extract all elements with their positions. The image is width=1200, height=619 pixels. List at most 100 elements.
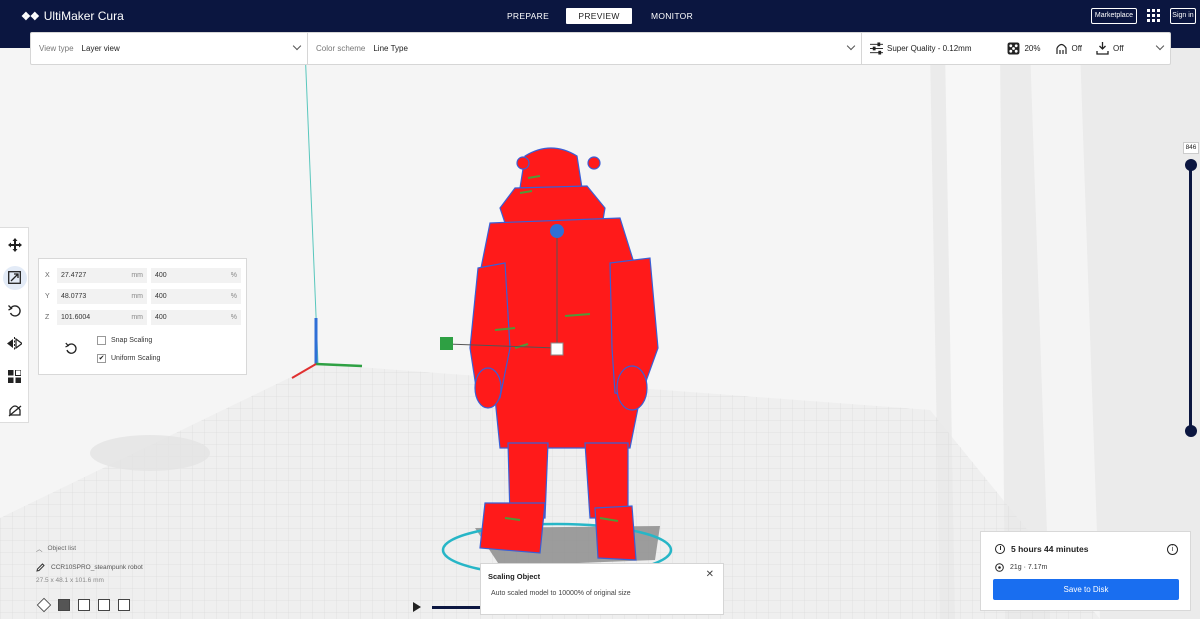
scale-y-percent-value: 400	[155, 293, 167, 300]
save-to-disk-button[interactable]: Save to Disk	[993, 579, 1179, 600]
notification-body: Auto scaled model to 10000% of original …	[491, 590, 631, 597]
slider-track[interactable]	[1189, 164, 1192, 430]
snap-scaling-label: Snap Scaling	[111, 337, 153, 344]
adhesion-icon	[1096, 42, 1109, 55]
snap-scaling-checkbox[interactable]	[97, 336, 106, 345]
adhesion-setting: Off	[1096, 42, 1124, 55]
uniform-scaling-label: Uniform Scaling	[111, 355, 161, 362]
per-model-settings-icon	[8, 370, 21, 383]
scale-z-percent-value: 400	[155, 314, 167, 321]
mirror-icon	[7, 337, 22, 350]
spool-icon	[995, 563, 1004, 572]
layer-slider[interactable]: 846	[1183, 142, 1199, 442]
object-list-item[interactable]: CCR10SPRO_steampunk robot	[36, 563, 196, 572]
scale-y-mm-value: 48.0773	[61, 293, 87, 300]
scale-z-percent-field[interactable]: 400 %	[151, 310, 241, 325]
object-list-toggle[interactable]: ︿ Object list	[36, 543, 196, 554]
reset-scale-icon[interactable]	[65, 342, 78, 355]
infill-setting: 20%	[1007, 42, 1041, 55]
object-list-label: Object list	[47, 544, 77, 552]
profile-value: Super Quality - 0.12mm	[887, 44, 972, 53]
slider-top-handle[interactable]	[1185, 159, 1197, 171]
chevron-down-icon	[1155, 41, 1165, 51]
top-view-icon[interactable]	[78, 599, 90, 611]
scale-x-percent-field[interactable]: 400 %	[151, 268, 241, 283]
scale-x-mm-value: 27.4727	[61, 272, 87, 279]
unit-percent: %	[230, 272, 237, 279]
scale-panel: X 27.4727 mm 400 % Y 48.0773 mm 400 % Z …	[38, 258, 247, 375]
scale-icon	[8, 271, 21, 284]
scale-y-handle[interactable]	[440, 337, 453, 350]
scale-x-percent-value: 400	[155, 272, 167, 279]
scale-row-y: Y 48.0773 mm 400 %	[45, 289, 241, 304]
scale-y-mm-field[interactable]: 48.0773 mm	[57, 289, 147, 304]
preview-toolbar: View type Layer view Color scheme Line T…	[30, 32, 1171, 65]
sign-in-button[interactable]: Sign in	[1170, 8, 1196, 24]
support-blocker-tool[interactable]	[0, 393, 29, 426]
play-icon[interactable]	[413, 602, 421, 612]
print-info-panel: 5 hours 44 minutes i 21g · 7.17m Save to…	[980, 531, 1191, 611]
print-time-row: 5 hours 44 minutes	[995, 544, 1088, 554]
chevron-up-icon: ︿	[36, 546, 43, 553]
object-dimensions: 27.5 x 48.1 x 101.6 mm	[36, 577, 104, 584]
rotate-tool[interactable]	[0, 294, 29, 327]
adhesion-value: Off	[1113, 44, 1124, 53]
info-icon[interactable]: i	[1167, 544, 1178, 555]
marketplace-button[interactable]: Marketplace	[1091, 8, 1137, 24]
tool-rail	[0, 227, 29, 423]
scale-y-percent-field[interactable]: 400 %	[151, 289, 241, 304]
left-view-icon[interactable]	[98, 599, 110, 611]
apps-grid-icon[interactable]	[1147, 9, 1160, 22]
tab-prepare[interactable]: PREPARE	[498, 8, 558, 24]
tab-preview[interactable]: PREVIEW	[566, 8, 632, 24]
axis-label-y: Y	[45, 293, 50, 300]
uniform-scaling-checkbox[interactable]: ✔	[97, 354, 106, 363]
infill-icon	[1008, 42, 1020, 55]
3d-view-icon[interactable]	[36, 597, 52, 613]
app-logo: ❖❖ UltiMaker Cura	[21, 9, 124, 23]
close-icon[interactable]: ✕	[706, 569, 714, 580]
object-name: CCR10SPRO_steampunk robot	[51, 564, 143, 571]
scale-z-handle[interactable]	[550, 224, 564, 238]
uniform-scaling-option[interactable]: ✔ Uniform Scaling	[97, 354, 160, 363]
view-type-label: View type	[39, 44, 74, 53]
right-view-icon[interactable]	[118, 599, 130, 611]
layer-count-field[interactable]: 846	[1183, 142, 1199, 154]
scale-tool[interactable]	[0, 261, 29, 294]
print-settings-selector[interactable]: Super Quality - 0.12mm 20% Off Off	[862, 33, 1170, 64]
material-usage-value: 21g · 7.17m	[1010, 564, 1048, 571]
scale-x-mm-field[interactable]: 27.4727 mm	[57, 268, 147, 283]
axis-label-x: X	[45, 272, 50, 279]
chevron-down-icon	[292, 41, 302, 51]
pencil-icon[interactable]	[36, 563, 45, 572]
infill-value: 20%	[1024, 44, 1041, 53]
slider-bottom-handle[interactable]	[1185, 425, 1197, 437]
per-model-settings-tool[interactable]	[0, 360, 29, 393]
scale-row-z: Z 101.6004 mm 400 %	[45, 310, 241, 325]
print-time-value: 5 hours 44 minutes	[1011, 544, 1089, 554]
front-view-icon[interactable]	[58, 599, 70, 611]
unit-percent: %	[230, 314, 237, 321]
simulation-progress-bar[interactable]	[432, 606, 482, 609]
scaling-notification: Scaling Object ✕ Auto scaled model to 10…	[480, 563, 724, 615]
tab-monitor[interactable]: MONITOR	[642, 8, 702, 24]
clock-icon	[995, 544, 1005, 554]
scale-z-mm-field[interactable]: 101.6004 mm	[57, 310, 147, 325]
unit-mm: mm	[131, 314, 143, 321]
color-scheme-dropdown[interactable]: Color scheme Line Type	[308, 33, 862, 64]
scale-center-handle[interactable]	[550, 342, 564, 356]
view-type-dropdown[interactable]: View type Layer view	[31, 33, 308, 64]
unit-mm: mm	[131, 272, 143, 279]
mirror-tool[interactable]	[0, 327, 29, 360]
color-scheme-value: Line Type	[373, 44, 408, 53]
unit-mm: mm	[131, 293, 143, 300]
snap-scaling-option[interactable]: Snap Scaling	[97, 336, 152, 345]
support-value: Off	[1071, 44, 1083, 53]
ultimaker-logo-icon: ❖❖	[21, 10, 40, 23]
camera-view-buttons	[36, 597, 130, 613]
profile-setting: Super Quality - 0.12mm	[870, 42, 971, 55]
rotate-icon	[7, 304, 21, 317]
move-tool[interactable]	[0, 228, 29, 261]
chevron-down-icon	[846, 41, 856, 51]
object-list: ︿ Object list CCR10SPRO_steampunk robot …	[36, 543, 196, 585]
